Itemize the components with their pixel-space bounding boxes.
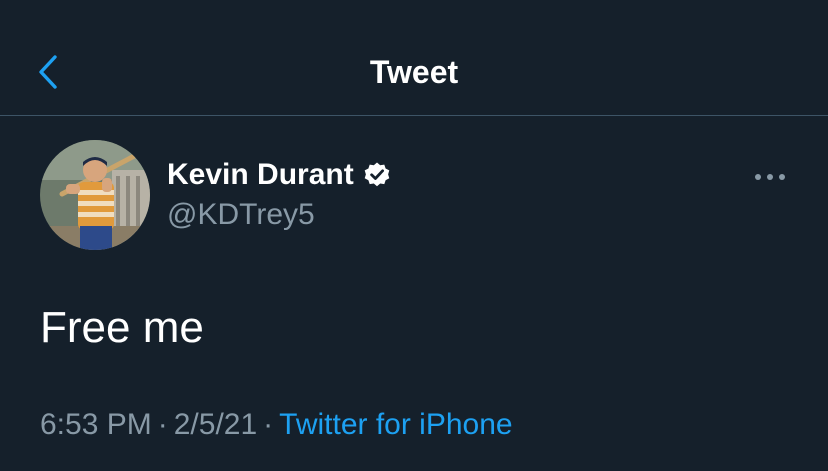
tweet-source-link[interactable]: Twitter for iPhone (279, 408, 512, 441)
tweet-date: 2/5/21 (173, 408, 258, 441)
more-options-button[interactable] (748, 160, 792, 194)
author-display-name[interactable]: Kevin Durant (167, 155, 354, 195)
separator-dot: · (263, 408, 274, 441)
separator-dot: · (157, 408, 168, 441)
author-handle: @KDTrey5 (167, 198, 315, 231)
tweet-detail-screen: Tweet Kevin Durant @KDTrey5 Free me 6:53… (0, 0, 828, 471)
tweet-time: 6:53 PM (40, 408, 152, 441)
ellipsis-icon (755, 174, 785, 180)
page-title: Tweet (369, 54, 459, 90)
tweet-metadata: 6:53 PM · 2/5/21 · Twitter for iPhone (40, 405, 513, 445)
author-name-row: Kevin Durant (167, 155, 391, 195)
avatar[interactable] (40, 140, 150, 250)
profile-photo (40, 140, 150, 250)
tweet-text: Free me (40, 303, 204, 352)
top-navigation-bar: Tweet (0, 0, 828, 116)
verified-badge-icon (363, 161, 391, 189)
